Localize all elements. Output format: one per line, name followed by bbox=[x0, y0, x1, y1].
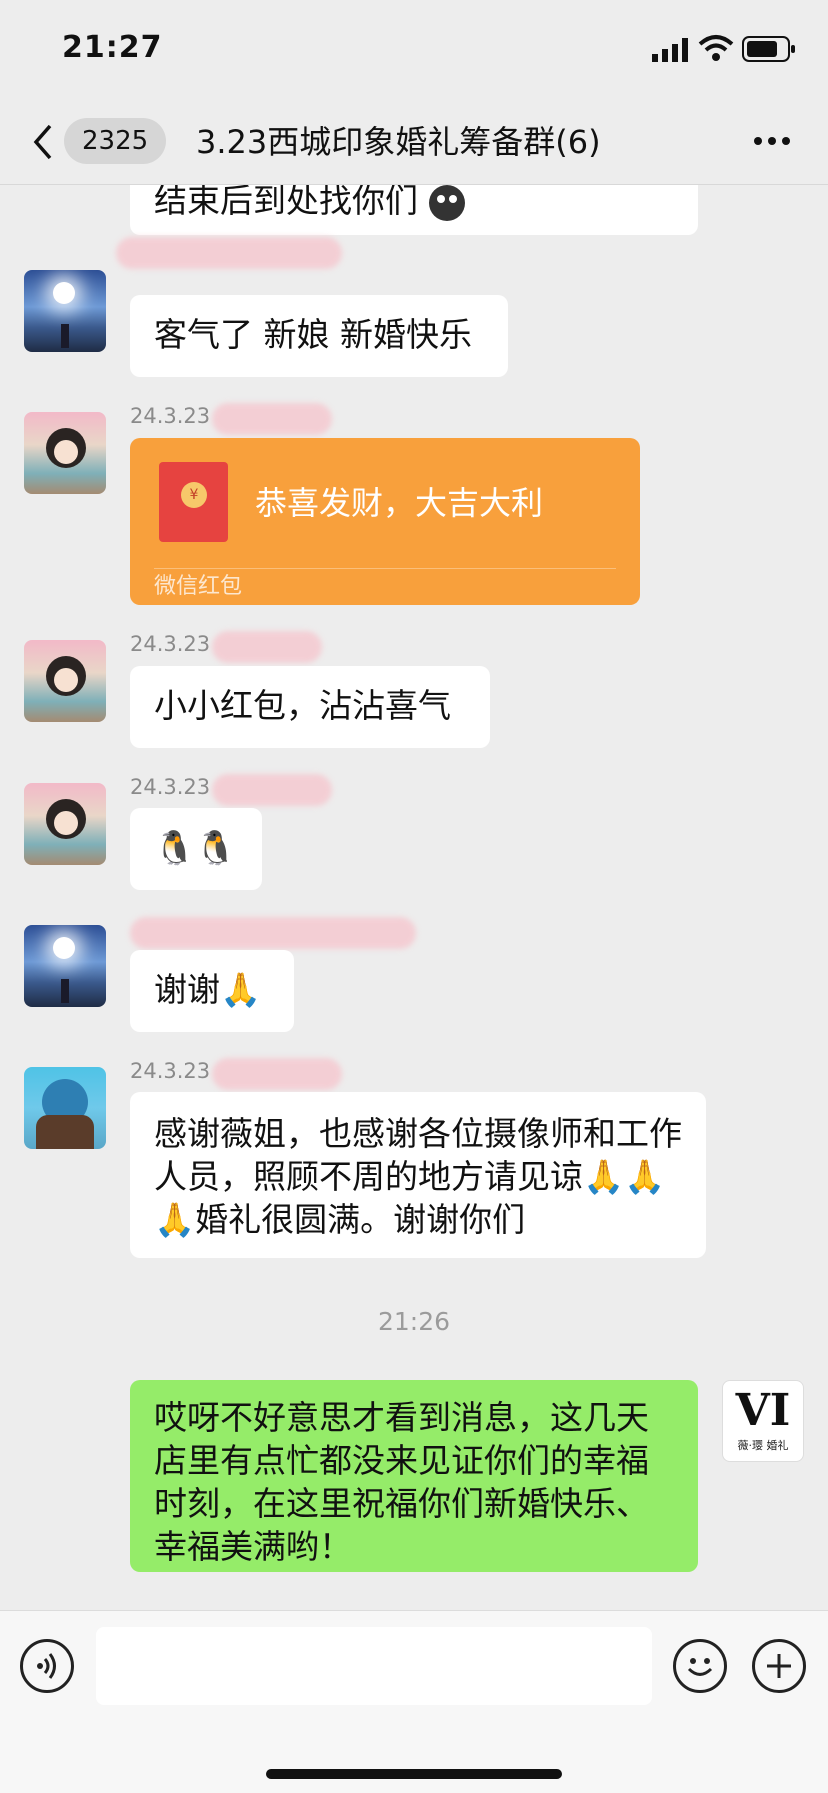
own-message-bubble[interactable]: 哎呀不好意思才看到消息，这几天店里有点忙都没来见证你们的幸福时刻，在这里祝福你们… bbox=[130, 1380, 698, 1572]
redacted-nickname bbox=[130, 917, 416, 949]
sweat-emoji-icon bbox=[428, 185, 465, 221]
back-icon[interactable] bbox=[28, 122, 58, 162]
home-indicator bbox=[266, 1769, 562, 1779]
message-list[interactable]: 结束后到处找你们 客气了 新娘 新婚快乐 24.3.23 ¥ 恭喜发财，大吉大利… bbox=[0, 185, 828, 1610]
message-text: 感谢薇姐，也感谢各位摄像师和工作人员，照顾不周的地方请见谅🙏🙏🙏婚礼很圆满。谢谢… bbox=[154, 1114, 682, 1239]
avatar[interactable] bbox=[24, 783, 106, 865]
plus-icon[interactable] bbox=[752, 1639, 806, 1693]
red-packet[interactable]: ¥ 恭喜发财，大吉大利 微信红包 bbox=[130, 438, 640, 605]
chat-header: 2325 3.23西城印象婚礼筹备群(6) bbox=[0, 100, 828, 185]
message-bubble[interactable]: 结束后到处找你们 bbox=[130, 185, 698, 235]
message-bubble[interactable]: 小小红包，沾沾喜气 bbox=[130, 666, 490, 748]
red-packet-label: 微信红包 bbox=[154, 574, 243, 599]
redacted-nickname bbox=[212, 403, 332, 435]
redacted-nickname bbox=[212, 1058, 342, 1090]
message-text: 谢谢🙏 bbox=[154, 970, 262, 1009]
avatar[interactable] bbox=[24, 1067, 106, 1149]
status-bar: 21:27 bbox=[0, 0, 828, 100]
emoji-icon[interactable] bbox=[673, 1639, 727, 1693]
logo-caption: 薇·璎 婚礼 bbox=[737, 1439, 789, 1452]
message-text: 结束后到处找你们 bbox=[154, 185, 418, 220]
message-input[interactable] bbox=[96, 1627, 652, 1705]
penguin-emoji: 🐧🐧 bbox=[154, 828, 237, 867]
avatar[interactable] bbox=[24, 412, 106, 494]
status-time: 21:27 bbox=[62, 30, 163, 65]
signal-icon bbox=[652, 38, 688, 62]
avatar[interactable] bbox=[24, 270, 106, 352]
redacted-nickname bbox=[212, 631, 322, 663]
message-bubble[interactable]: 感谢薇姐，也感谢各位摄像师和工作人员，照顾不周的地方请见谅🙏🙏🙏婚礼很圆满。谢谢… bbox=[130, 1092, 706, 1258]
message-date: 24.3.23 bbox=[130, 775, 211, 799]
battery-icon bbox=[742, 36, 795, 62]
time-divider: 21:26 bbox=[377, 1307, 451, 1336]
redacted-nickname bbox=[116, 237, 342, 269]
message-text: 小小红包，沾沾喜气 bbox=[154, 686, 451, 725]
voice-icon[interactable] bbox=[20, 1639, 74, 1693]
red-packet-message: 恭喜发财，大吉大利 bbox=[255, 484, 544, 522]
message-text: 客气了 新娘 新婚快乐 bbox=[154, 315, 472, 354]
message-bubble[interactable]: 谢谢🙏 bbox=[130, 950, 294, 1032]
unread-count-badge[interactable]: 2325 bbox=[64, 118, 167, 164]
message-bubble[interactable]: 客气了 新娘 新婚快乐 bbox=[130, 295, 508, 377]
chat-title: 3.23西城印象婚礼筹备群(6) bbox=[196, 123, 601, 161]
wifi-icon bbox=[698, 35, 734, 61]
logo-letters: VI bbox=[735, 1385, 791, 1436]
avatar[interactable] bbox=[24, 925, 106, 1007]
avatar[interactable] bbox=[24, 640, 106, 722]
own-avatar[interactable]: VI 薇·璎 婚礼 bbox=[722, 1380, 804, 1462]
message-date: 24.3.23 bbox=[130, 404, 211, 428]
red-envelope-icon: ¥ bbox=[159, 462, 228, 542]
message-date: 24.3.23 bbox=[130, 632, 211, 656]
message-text: 哎呀不好意思才看到消息，这几天店里有点忙都没来见证你们的幸福时刻，在这里祝福你们… bbox=[154, 1398, 649, 1566]
more-icon[interactable] bbox=[752, 134, 792, 148]
message-bubble[interactable]: 🐧🐧 bbox=[130, 808, 262, 890]
divider bbox=[154, 568, 616, 569]
message-date: 24.3.23 bbox=[130, 1059, 211, 1083]
input-bar bbox=[0, 1610, 828, 1793]
redacted-nickname bbox=[212, 774, 332, 806]
